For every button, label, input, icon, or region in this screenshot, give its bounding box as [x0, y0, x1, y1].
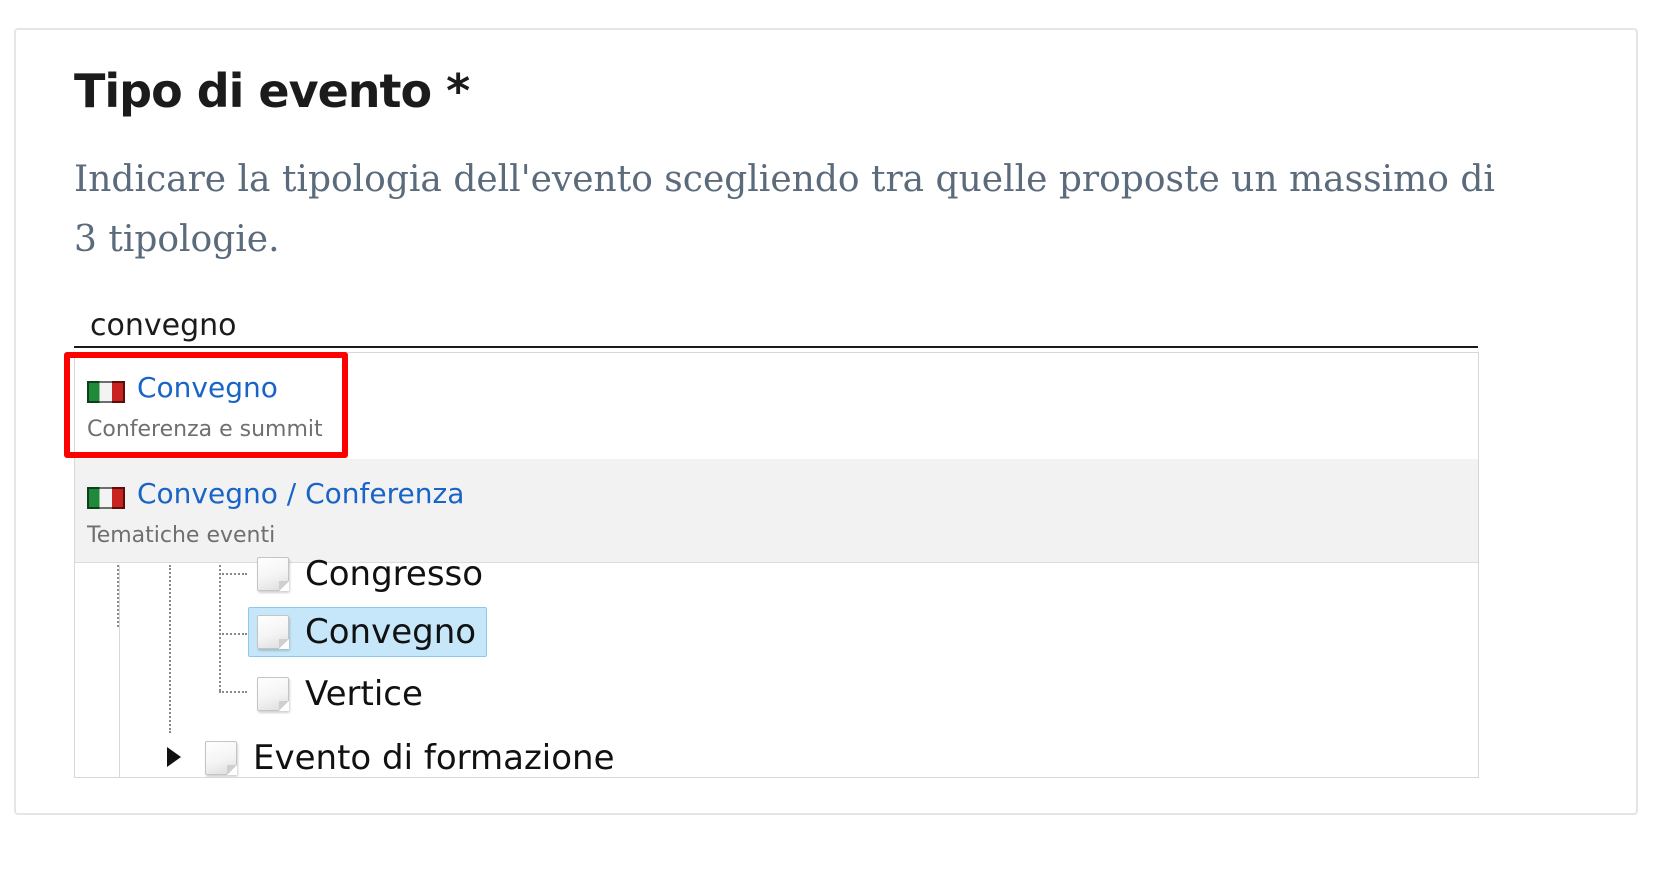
tree-guide-line [219, 565, 221, 691]
taxonomy-tree: Congresso Convegno Vertice Evento di for… [75, 554, 1478, 778]
search-input[interactable] [74, 304, 1478, 348]
tree-node-convegno[interactable]: Convegno [248, 607, 488, 657]
italian-flag-icon [87, 487, 125, 509]
result-label: Convegno / Conferenza [137, 477, 465, 510]
tree-guide-line [219, 691, 247, 693]
tree-node-label: Evento di formazione [253, 738, 615, 778]
tree-guide-line [169, 565, 171, 733]
tree-node-congresso[interactable]: Congresso [249, 549, 493, 599]
document-icon [257, 677, 289, 711]
italian-flag-icon [87, 381, 125, 403]
tree-node-label: Vertice [305, 674, 423, 714]
result-label: Convegno [137, 371, 278, 404]
tree-guide-line [117, 565, 119, 627]
autocomplete-dropdown: Convegno Conferenza e summit Convegno / … [74, 352, 1479, 778]
tree-node-vertice[interactable]: Vertice [249, 669, 433, 719]
result-subtitle: Tematiche eventi [87, 523, 276, 548]
document-icon [257, 557, 289, 591]
tree-node-evento-di-formazione[interactable]: Evento di formazione [197, 733, 625, 778]
result-subtitle: Conferenza e summit [87, 417, 323, 442]
tree-border-line [119, 565, 120, 777]
expand-arrow-icon[interactable] [167, 747, 181, 767]
tree-guide-line [219, 573, 247, 575]
document-icon [205, 741, 237, 775]
document-icon [257, 615, 289, 649]
result-item-convegno-conferenza[interactable]: Convegno / Conferenza Tematiche eventi [75, 459, 1478, 563]
tree-node-label: Congresso [305, 554, 484, 594]
tree-node-label: Convegno [305, 612, 477, 652]
field-description: Indicare la tipologia dell'evento scegli… [74, 159, 1495, 260]
result-item-convegno[interactable]: Convegno Conferenza e summit [75, 353, 1478, 457]
field-title: Tipo di evento * [74, 64, 470, 118]
tree-guide-line [219, 633, 247, 635]
